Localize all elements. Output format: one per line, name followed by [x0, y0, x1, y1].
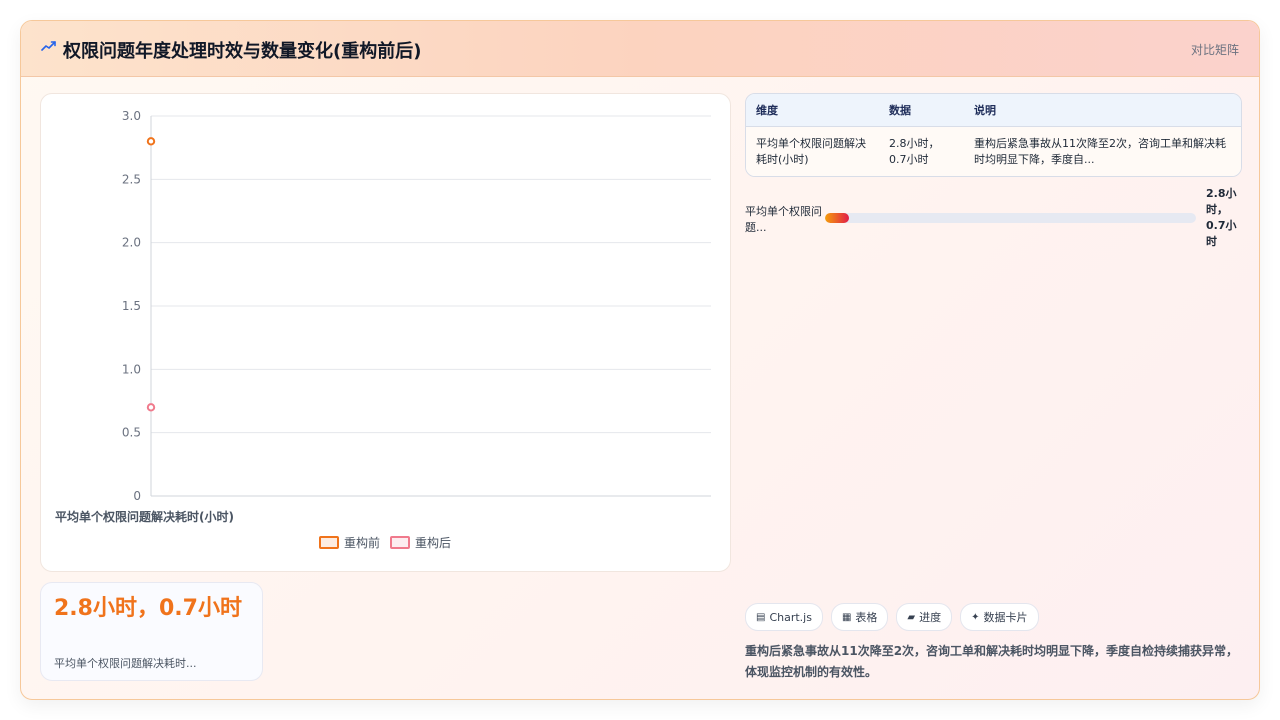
legend-item[interactable]: 重构前 — [319, 534, 380, 551]
progress-icon: ▰ — [907, 611, 916, 623]
summary-text: 重构后紧急事故从11次降至2次，咨询工单和解决耗时均明显下降，季度自检持续捕获异… — [745, 644, 1239, 679]
chart-legend: 重构前 重构后 — [319, 534, 451, 551]
legend-swatch — [390, 536, 411, 549]
table-header-data: 数据 — [879, 94, 964, 127]
x-axis-label: 平均单个权限问题解决耗时(小时) — [55, 510, 234, 524]
progress-fill — [825, 213, 850, 223]
chip-progress[interactable]: ▰ 进度 — [896, 603, 953, 631]
data-point — [146, 137, 156, 146]
legend-swatch — [319, 536, 339, 549]
trend-icon — [41, 41, 56, 51]
table-icon: ▦ — [841, 611, 852, 623]
table-cell-data: 2.8小时，0.7小时 — [879, 126, 964, 176]
chip-label: 表格 — [855, 611, 878, 624]
progress-label: 平均单个权限问题... — [745, 205, 822, 234]
comparison-table: 维度 数据 说明 平均单个权限问题解决耗时(小时) 2.8小时，0.7小时 重构… — [745, 93, 1242, 177]
legend-label: 重构后 — [415, 536, 452, 550]
y-tick-label: 2.5 — [122, 172, 141, 186]
view-chips: ▤ Chart.js ▦ 表格 ▰ 进度 ✦ 数据卡片 — [745, 603, 1039, 631]
table-cell-note: 重构后紧急事故从11次降至2次，咨询工单和解决耗时均明显下降，季度自... — [964, 126, 1241, 176]
y-tick-label: 0.5 — [122, 426, 141, 440]
kpi-label: 平均单个权限问题解决耗时... — [54, 657, 197, 670]
table-cell-dimension: 平均单个权限问题解决耗时(小时) — [746, 126, 879, 176]
main-card: 权限问题年度处理时效与数量变化(重构前后) 对比矩阵 0 0.5 1.0 1.5 2.0… — [20, 20, 1260, 700]
data-point — [146, 403, 156, 412]
card-icon: ✦ — [971, 611, 980, 623]
table-row: 平均单个权限问题解决耗时(小时) 2.8小时，0.7小时 重构后紧急事故从11次… — [746, 126, 1241, 176]
chip-table[interactable]: ▦ 表格 — [830, 603, 889, 631]
table-header-row: 维度 数据 说明 — [746, 94, 1241, 127]
chart-panel: 0 0.5 1.0 1.5 2.0 2.5 3.0 平均单个权限问题解决耗时(小时) 重构前… — [40, 93, 731, 572]
progress-track — [825, 213, 1196, 223]
y-tick-label: 3.0 — [122, 109, 141, 123]
chip-data-card[interactable]: ✦ 数据卡片 — [960, 603, 1039, 631]
y-tick-label: 0 — [133, 489, 141, 503]
progress-value: 2.8小时，0.7小时 — [1206, 187, 1237, 248]
chip-chartjs[interactable]: ▤ Chart.js — [745, 603, 823, 631]
compare-matrix-link[interactable]: 对比矩阵 — [1191, 41, 1239, 58]
chip-label: 数据卡片 — [983, 611, 1028, 624]
y-tick-label: 2.0 — [122, 236, 141, 250]
card-header: 权限问题年度处理时效与数量变化(重构前后) 对比矩阵 — [21, 21, 1259, 77]
y-tick-label: 1.0 — [122, 362, 141, 376]
kpi-value: 2.8小时，0.7小时 — [54, 596, 242, 621]
progress-row: 平均单个权限问题... 2.8小时，0.7小时 — [745, 186, 1240, 252]
page-title: 权限问题年度处理时效与数量变化(重构前后) — [63, 41, 422, 62]
table-header-note: 说明 — [964, 94, 1241, 127]
legend-item[interactable]: 重构后 — [390, 534, 451, 551]
legend-label: 重构前 — [344, 536, 381, 550]
chip-label: Chart.js — [769, 610, 812, 624]
table-header-dimension: 维度 — [746, 94, 879, 127]
y-tick-label: 1.5 — [122, 299, 141, 313]
scatter-chart: 0 0.5 1.0 1.5 2.0 2.5 3.0 — [122, 109, 711, 503]
kpi-card: 2.8小时，0.7小时 平均单个权限问题解决耗时... — [40, 582, 263, 681]
chip-label: 进度 — [919, 611, 942, 624]
chart-icon: ▤ — [756, 611, 766, 623]
